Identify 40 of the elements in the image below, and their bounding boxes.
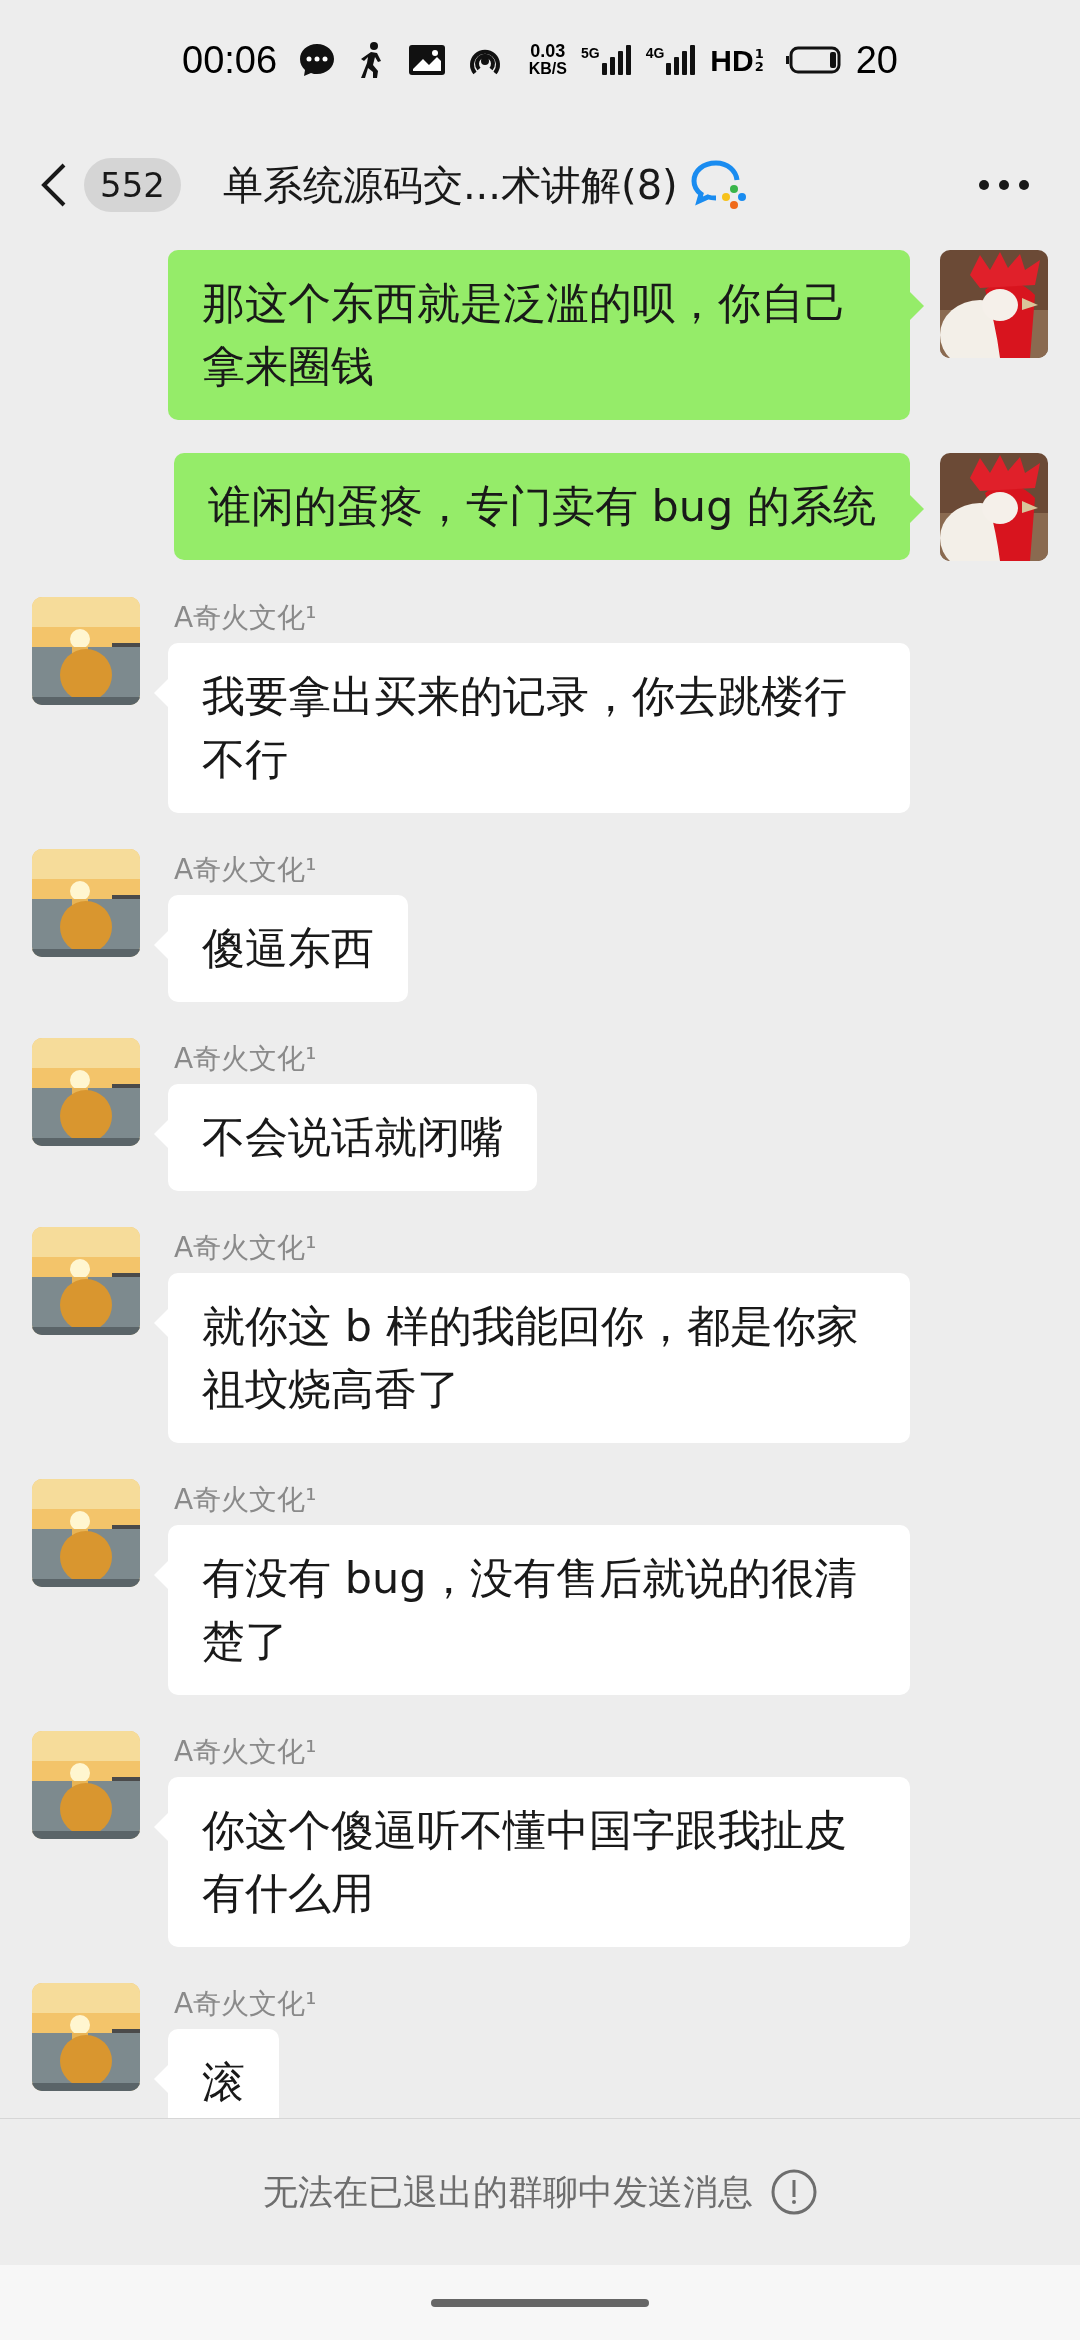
notice-text: 无法在已退出的群聊中发送消息 [263,2170,753,2214]
message-bubble: 就你这 b 样的我能回你，都是你家祖坟烧高香了 [168,1273,910,1443]
sim-number: 2 [754,60,764,73]
message-bubble: 我要拿出买来的记录，你去跳楼行不行 [168,643,910,813]
home-indicator[interactable] [431,2298,649,2307]
sender-name: A奇火文化¹ [173,1735,317,1769]
sender-name: A奇火文化¹ [173,1483,317,1517]
clock: 00:06 [182,37,278,83]
message-bubble: 谁闲的蛋疼，专门卖有 bug 的系统 [173,453,910,560]
unread-count-badge: 552 [84,158,181,212]
network-speed-unit: KB/S [528,60,567,77]
sender-name: A奇火文化¹ [173,1987,317,2021]
chat-title: 单系统源码交...术讲解(8) [222,161,678,210]
sender-name: A奇火文化¹ [173,1231,317,1265]
sender-name: A奇火文化¹ [173,1042,317,1076]
back-icon[interactable] [40,161,68,209]
sender-name: A奇火文化¹ [173,601,317,635]
more-icon[interactable] [978,179,1030,191]
network-type: 4G [645,45,665,61]
sender-name: A奇火文化¹ [173,853,317,887]
message-bubble: 有没有 bug，没有售后就说的很清楚了 [168,1525,910,1695]
info-icon [771,2169,817,2215]
message-bubble: 滚 [168,2029,279,2118]
bubble-tail [910,292,924,320]
message-bubble: 你这个傻逼听不懂中国字跟我扯皮有什么用 [168,1777,910,1947]
message-bubble: 那这个东西就是泛滥的呗，你自己拿来圈钱 [168,250,910,420]
bubble-tail [910,495,924,523]
signal-icon [666,45,697,75]
battery-percent: 20 [855,37,898,83]
network-speed: 0.03 [530,43,566,60]
sim-number: 1 [754,47,764,60]
message-bubble: 不会说话就闭嘴 [168,1084,537,1191]
message-bubble: 傻逼东西 [168,895,408,1002]
signal-icon [601,45,632,75]
chat-bubble-icon [299,43,336,77]
chat-bubbles-icon [689,159,746,211]
battery-icon [785,46,842,74]
network-type: 5G [580,45,600,61]
image-icon [409,45,446,75]
hd-label: HD [710,42,754,79]
